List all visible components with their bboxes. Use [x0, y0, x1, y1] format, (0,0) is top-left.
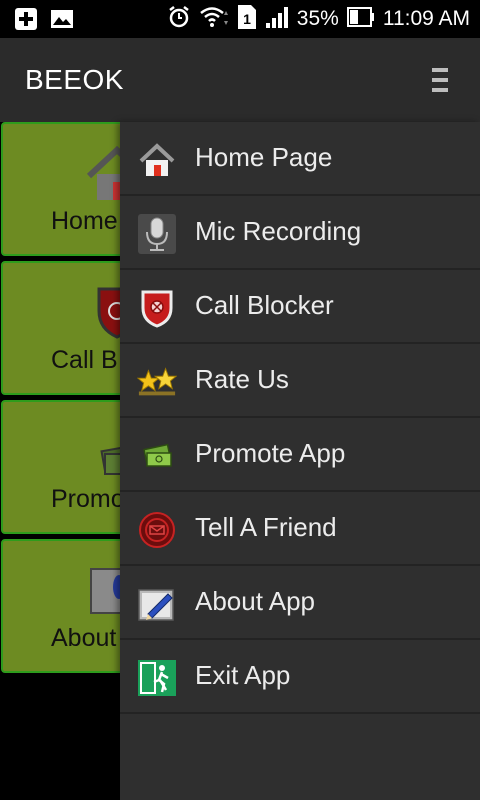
notification-icons: [14, 7, 74, 36]
menu-item-label: About App: [195, 586, 315, 616]
tile-label: Home: [51, 207, 118, 235]
battery-percent: 35%: [296, 7, 339, 30]
menu-item-call-blocker[interactable]: Call Blocker: [120, 270, 480, 344]
tile-label: Call B: [51, 346, 118, 374]
money-icon: [137, 436, 177, 476]
menu-item-exit-app[interactable]: Exit App: [120, 640, 480, 714]
tile-home[interactable]: Home: [1, 122, 131, 256]
image-icon: [50, 7, 74, 36]
sim-slot-number: 1: [243, 11, 251, 27]
menu-item-rate-us[interactable]: Rate Us: [120, 344, 480, 418]
home-grid: Home Call B Promo About: [0, 122, 131, 678]
tile-label: Promo: [51, 485, 125, 513]
status-bar: 1 35% 11:09 AM: [0, 0, 480, 38]
menu-item-about-app[interactable]: About App: [120, 566, 480, 640]
microphone-icon: [137, 214, 177, 254]
add-box-icon: [14, 7, 38, 36]
menu-item-label: Call Blocker: [195, 290, 334, 320]
menu-item-label: Tell A Friend: [195, 512, 337, 542]
sim-card-icon: 1: [237, 4, 257, 35]
action-bar: BEEOK: [0, 38, 480, 122]
menu-item-label: Exit App: [195, 660, 291, 690]
menu-item-label: Promote App: [195, 438, 346, 468]
signal-icon: [265, 5, 289, 34]
menu-item-label: Mic Recording: [195, 216, 362, 246]
tile-call-blocker[interactable]: Call B: [1, 261, 131, 395]
battery-icon: [346, 6, 375, 33]
navigation-drawer: Home Page Mic Recording Call Blocker Rat…: [120, 122, 480, 800]
home-icon: [137, 140, 177, 180]
tile-label: About: [51, 624, 117, 652]
tile-about[interactable]: About: [1, 539, 131, 673]
menu-item-label: Home Page: [195, 142, 333, 172]
alarm-icon: [167, 5, 191, 34]
stars-icon: [137, 362, 177, 402]
screen: 1 35% 11:09 AM BEEOK Home Call B Promo A…: [0, 0, 480, 800]
wifi-icon: [199, 5, 229, 34]
menu-item-tell-a-friend[interactable]: Tell A Friend: [120, 492, 480, 566]
app-title: BEEOK: [25, 64, 124, 95]
menu-item-promote-app[interactable]: Promote App: [120, 418, 480, 492]
menu-item-label: Rate Us: [195, 364, 289, 394]
status-indicators: 1 35% 11:09 AM: [167, 4, 470, 35]
pen-icon: [137, 584, 177, 624]
tile-promote[interactable]: Promo: [1, 400, 131, 534]
menu-item-home-page[interactable]: Home Page: [120, 122, 480, 196]
share-icon: [137, 510, 177, 550]
menu-item-mic-recording[interactable]: Mic Recording: [120, 196, 480, 270]
shield-icon: [137, 288, 177, 328]
clock: 11:09 AM: [382, 7, 470, 30]
exit-icon: [137, 658, 177, 698]
menu-icon[interactable]: [432, 68, 448, 92]
